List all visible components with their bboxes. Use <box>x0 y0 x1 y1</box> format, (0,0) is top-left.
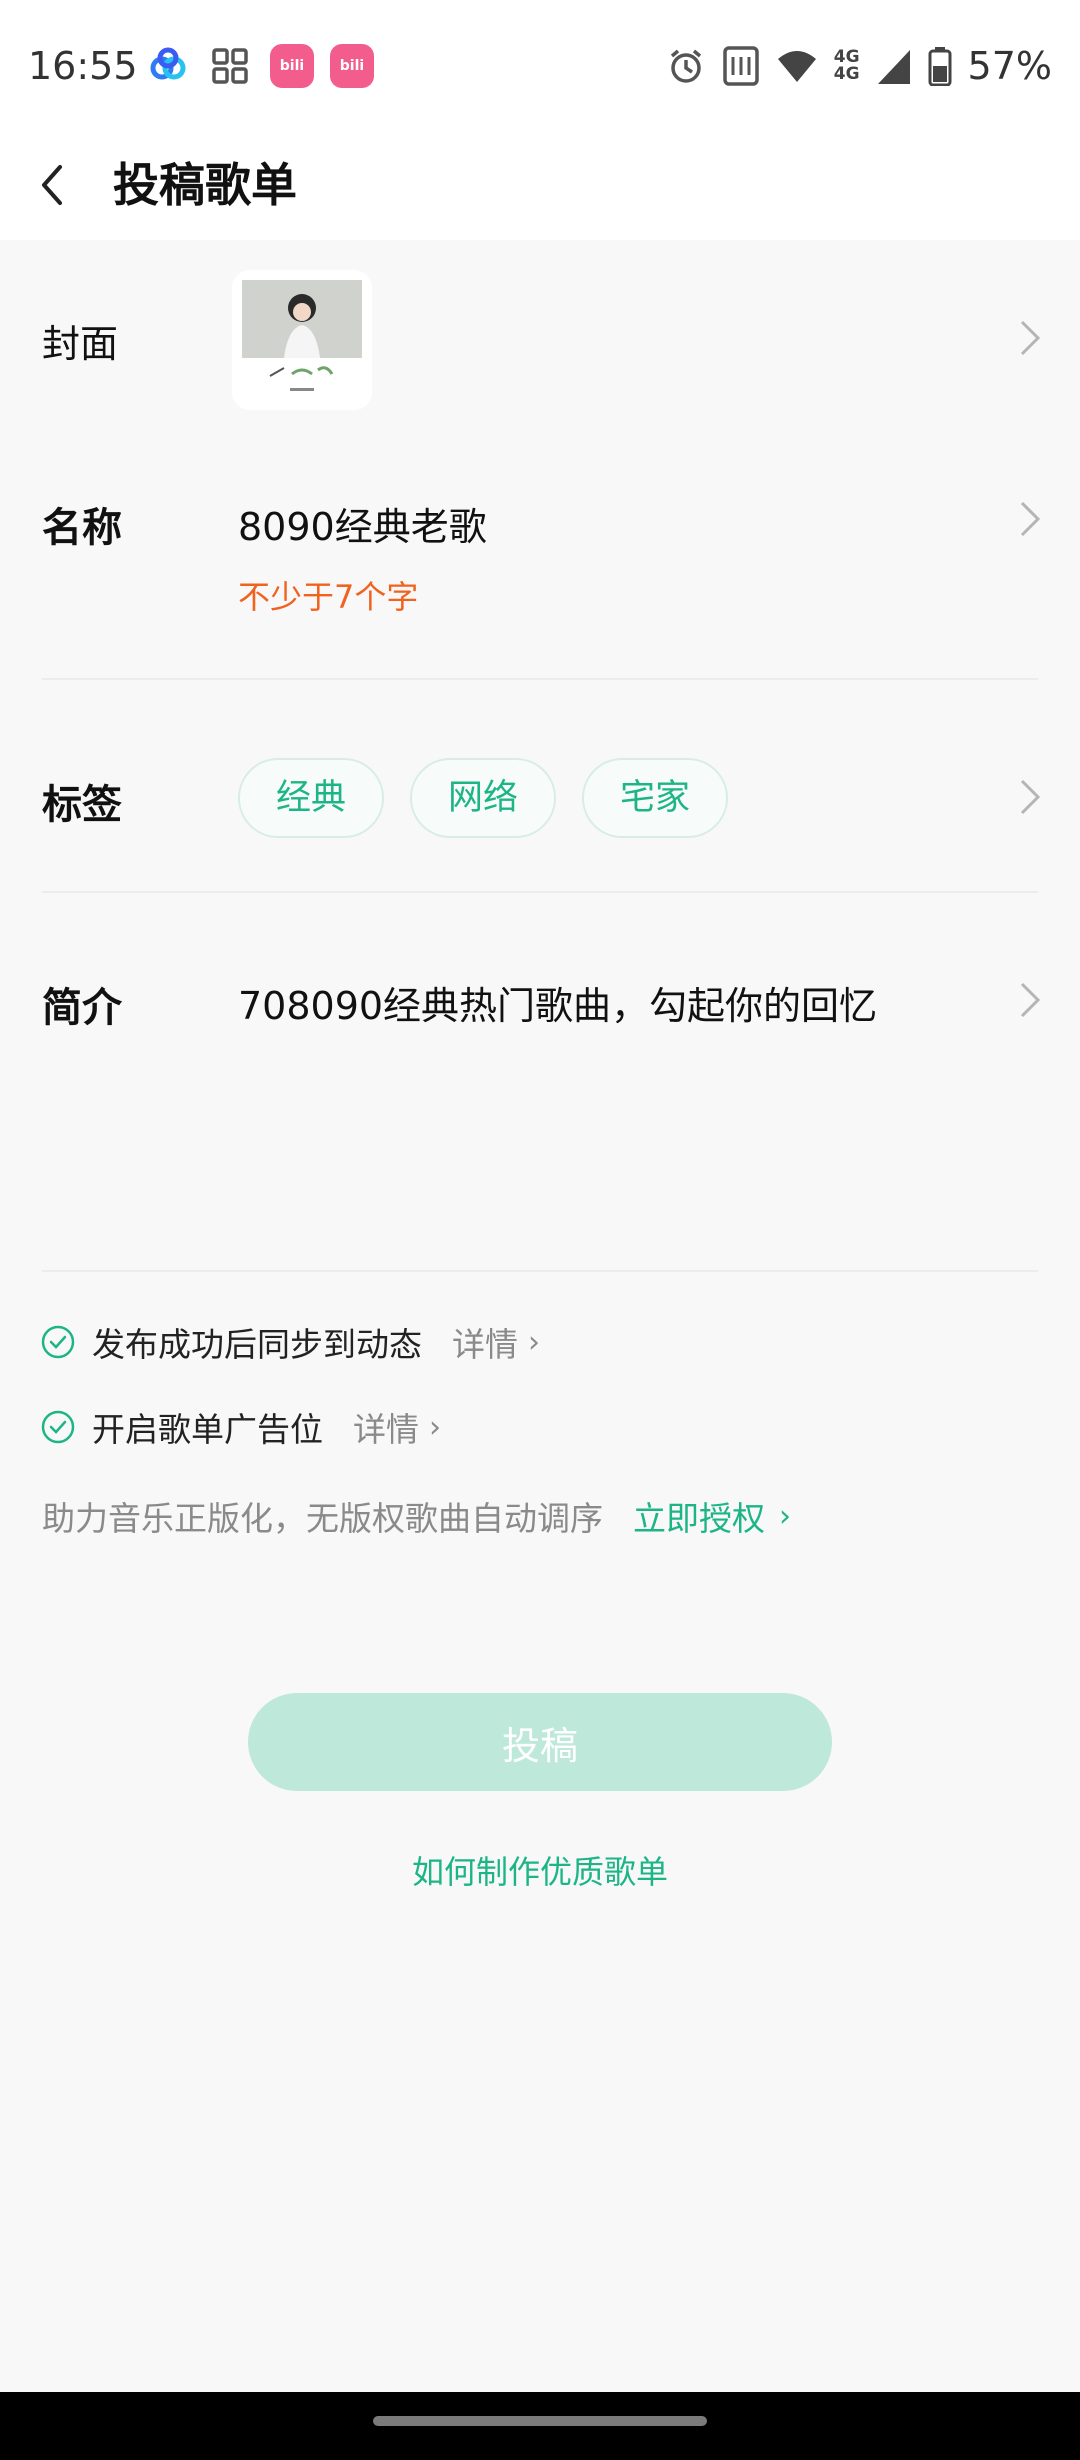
bilibili-icon: bili <box>270 44 314 88</box>
copyright-row: 助力音乐正版化，无版权歌曲自动调序 立即授权 › <box>42 1492 791 1540</box>
app-grid-icon <box>212 48 248 84</box>
tags-label: 标签 <box>42 782 122 828</box>
alarm-icon <box>670 49 701 83</box>
sync-label: 发布成功后同步到动态 <box>92 1325 422 1364</box>
divider <box>42 678 1038 680</box>
howto-link[interactable]: 如何制作优质歌单 <box>0 1847 1080 1893</box>
divider <box>42 891 1038 893</box>
bilibili-icon: bili <box>330 44 374 88</box>
authorize-link[interactable]: 立即授权 › <box>633 1492 791 1540</box>
home-gesture-bar[interactable] <box>373 2416 707 2426</box>
tag-chip[interactable]: 宅家 <box>582 758 729 838</box>
intro-label: 简介 <box>42 985 122 1031</box>
name-hint: 不少于7个字 <box>238 578 419 616</box>
baidu-netdisk-icon <box>150 47 186 80</box>
chevron-right-icon <box>1020 779 1041 815</box>
signal-icon <box>877 50 910 84</box>
name-label: 名称 <box>42 505 122 551</box>
back-arrow-icon[interactable] <box>26 155 86 215</box>
chevron-right-icon: › <box>779 1498 791 1534</box>
status-icons: 4G 4G 57% <box>666 44 1052 88</box>
check-circle-icon[interactable] <box>40 1324 76 1360</box>
status-bar: 16:55 bili bili 4G 4G 57% <box>0 0 1080 135</box>
battery-icon <box>928 47 952 86</box>
tag-chip[interactable]: 经典 <box>238 758 385 838</box>
divider <box>42 1270 1038 1272</box>
intro-value[interactable]: 708090经典热门歌曲，勾起你的回忆 <box>238 975 877 1030</box>
tag-chip[interactable]: 网络 <box>410 758 557 838</box>
status-time: 16:55 <box>28 44 138 88</box>
wifi-icon <box>777 51 816 82</box>
check-circle-icon[interactable] <box>40 1409 76 1445</box>
ad-option[interactable]: 开启歌单广告位 详情 › <box>40 1405 441 1449</box>
chevron-right-icon <box>1020 320 1041 356</box>
chevron-right-icon: › <box>528 1324 540 1360</box>
system-nav-bar <box>0 2392 1080 2460</box>
chevron-right-icon: › <box>429 1409 441 1445</box>
copyright-text: 助力音乐正版化，无版权歌曲自动调序 <box>42 1499 603 1538</box>
sync-detail-link[interactable]: 详情 › <box>452 1318 540 1366</box>
cover-thumbnail <box>232 270 372 410</box>
nfc-icon <box>722 46 759 86</box>
chevron-right-icon <box>1020 501 1041 537</box>
app-header: 投稿歌单 <box>0 135 1080 240</box>
ad-label: 开启歌单广告位 <box>92 1410 323 1449</box>
submit-button[interactable]: 投稿 <box>248 1693 832 1791</box>
ad-detail-link[interactable]: 详情 › <box>353 1403 441 1451</box>
sync-option[interactable]: 发布成功后同步到动态 详情 › <box>40 1320 540 1364</box>
name-value[interactable]: 8090经典老歌 <box>238 496 487 551</box>
chevron-right-icon <box>1020 982 1041 1018</box>
page-title: 投稿歌单 <box>113 158 297 212</box>
cover-label: 封面 <box>42 322 119 366</box>
network-type: 4G 4G <box>833 47 860 84</box>
cover-image[interactable] <box>232 270 372 410</box>
battery-percentage: 57% <box>967 44 1052 88</box>
